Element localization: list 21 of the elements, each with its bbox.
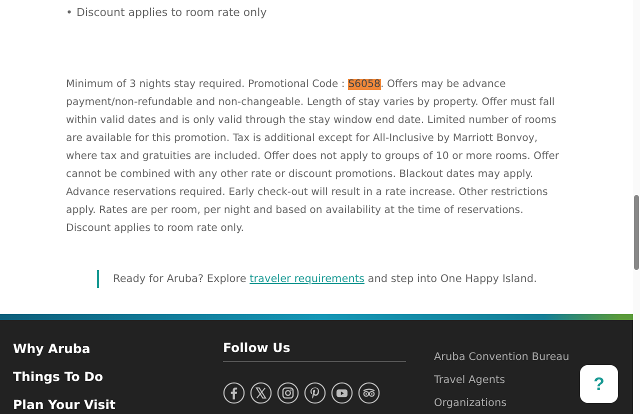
terms-paragraph: Minimum of 3 nights stay required. Promotional Code : S6058. Offers may be advance payment/non-refundable and non-changeable. Length of stay varies by property. Offer must fall within valid dates and is only valid through the stay window end date. Limited number of rooms are available for this promotion. Tax is additional except for All-Inclusive by Marriott Bonvoy, where tax and gratuities are included. Offer does not apply to groups of 10 or more rooms. Offer cannot be combined with any other rate or discount promotions. Blackout dates may apply. Advance reservations required. Early check-out will result in a rate increase. Other restrictions apply. Rates are per room, per night and based on availability at the time of reservations. Discount applies to room rate only. xyxy=(66,78,560,236)
scrollbar[interactable] xyxy=(633,0,640,414)
help-button[interactable]: ? xyxy=(580,365,618,403)
footer-nav-link[interactable]: Why Aruba xyxy=(13,340,223,357)
pinterest-icon[interactable] xyxy=(304,382,326,404)
promo-code: S6058 xyxy=(348,79,380,90)
x-icon[interactable] xyxy=(250,382,272,404)
callout-text: Ready for Aruba? Explore traveler requirements and step into One Happy Island. xyxy=(113,273,537,285)
facebook-icon[interactable] xyxy=(223,382,245,404)
footer-link[interactable]: Travel Agents xyxy=(434,372,570,388)
youtube-icon[interactable] xyxy=(331,382,353,404)
footer-link[interactable]: Aruba Convention Bureau xyxy=(434,349,570,365)
bullet-text: Discount applies to room rate only xyxy=(76,5,267,21)
instagram-icon[interactable] xyxy=(277,382,299,404)
footer-nav-link[interactable]: Plan Your Visit xyxy=(13,396,223,413)
traveler-requirements-link[interactable]: traveler requirements xyxy=(250,273,364,285)
tripadvisor-icon[interactable] xyxy=(358,382,380,404)
follow-heading: Follow Us xyxy=(223,340,406,362)
footer-nav-link[interactable]: Things To Do xyxy=(13,368,223,385)
bullet: • xyxy=(66,5,72,21)
footer-link[interactable]: Organizations xyxy=(434,395,570,411)
